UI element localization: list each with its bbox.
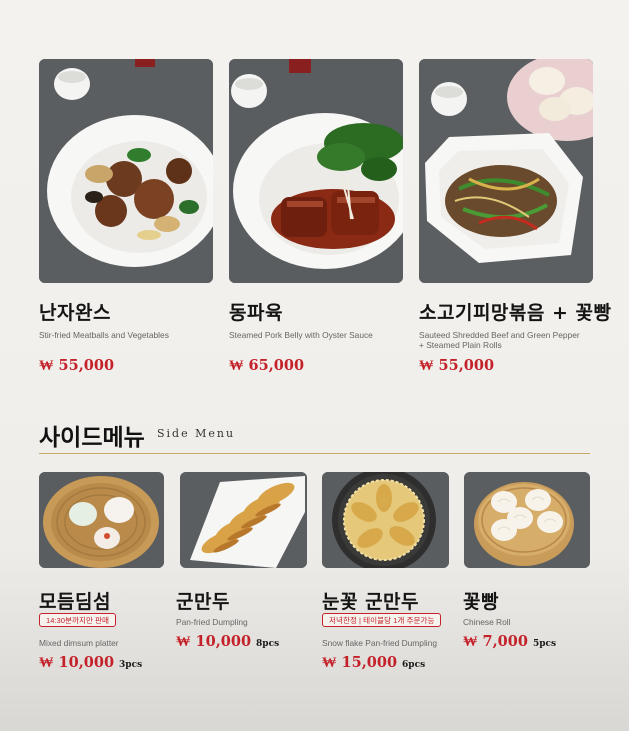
quantity-label: 6pcs	[402, 660, 426, 670]
side-item-english: Chinese Roll	[463, 617, 511, 627]
side-item-english: Snow flake Pan-fried Dumpling	[322, 638, 437, 648]
side-item-english: Pan-fried Dumpling	[176, 617, 248, 627]
availability-badge: 저녁한정 | 테이블당 1개 주문가능	[322, 613, 442, 627]
price-value: ₩ 10,000	[39, 654, 115, 671]
menu-item-english-line2: + Steamed Plain Rolls	[419, 340, 502, 350]
side-item-price: ₩ 15,000 6pcs	[322, 654, 425, 672]
side-item-price: ₩ 7,000 5pcs	[463, 633, 556, 651]
quantity-label: 3pcs	[119, 660, 143, 670]
menu-item-name: 난자완스	[39, 302, 111, 324]
fried-dumpling-icon	[180, 472, 307, 568]
chinese-roll-icon	[464, 472, 590, 568]
beef-pepper-dish-icon	[419, 59, 593, 283]
side-item-price: ₩ 10,000 3pcs	[39, 654, 142, 672]
side-item-price: ₩ 10,000 8pcs	[176, 633, 279, 651]
side-item-english: Mixed dimsum platter	[39, 638, 119, 648]
menu-item-price: ₩ 65,000	[229, 357, 305, 374]
side-item-name: 모듬딤섬	[39, 591, 111, 613]
availability-badge: 14:30분까지만 판매	[39, 613, 117, 627]
dimsum-basket-icon	[39, 472, 164, 568]
quantity-label: 8pcs	[256, 639, 280, 649]
menu-item-english: Steamed Pork Belly with Oyster Sauce	[229, 330, 373, 340]
side-item-name: 눈꽃 군만두	[322, 591, 420, 613]
price-value: ₩ 10,000	[176, 633, 252, 650]
pork-belly-dish-icon	[229, 59, 403, 283]
menu-item-name: 동파육	[229, 302, 283, 324]
menu-item-price: ₩ 55,000	[39, 357, 115, 374]
snowflake-dumpling-icon	[322, 472, 449, 568]
section-divider	[39, 453, 590, 454]
side-item-name: 꽃빵	[463, 591, 499, 613]
section-title: 사이드메뉴	[39, 424, 145, 451]
menu-item-english: Stir-fried Meatballs and Vegetables	[39, 330, 169, 340]
menu-item-name: 소고기피망볶음 + 꽃빵	[419, 302, 612, 324]
menu-item-price: ₩ 55,000	[419, 357, 495, 374]
price-value: ₩ 15,000	[322, 654, 398, 671]
price-value: ₩ 7,000	[463, 633, 528, 650]
side-item-name: 군만두	[176, 591, 230, 613]
meatball-dish-icon	[39, 59, 213, 283]
quantity-label: 5pcs	[532, 639, 557, 649]
section-subtitle: Side Menu	[157, 427, 236, 440]
